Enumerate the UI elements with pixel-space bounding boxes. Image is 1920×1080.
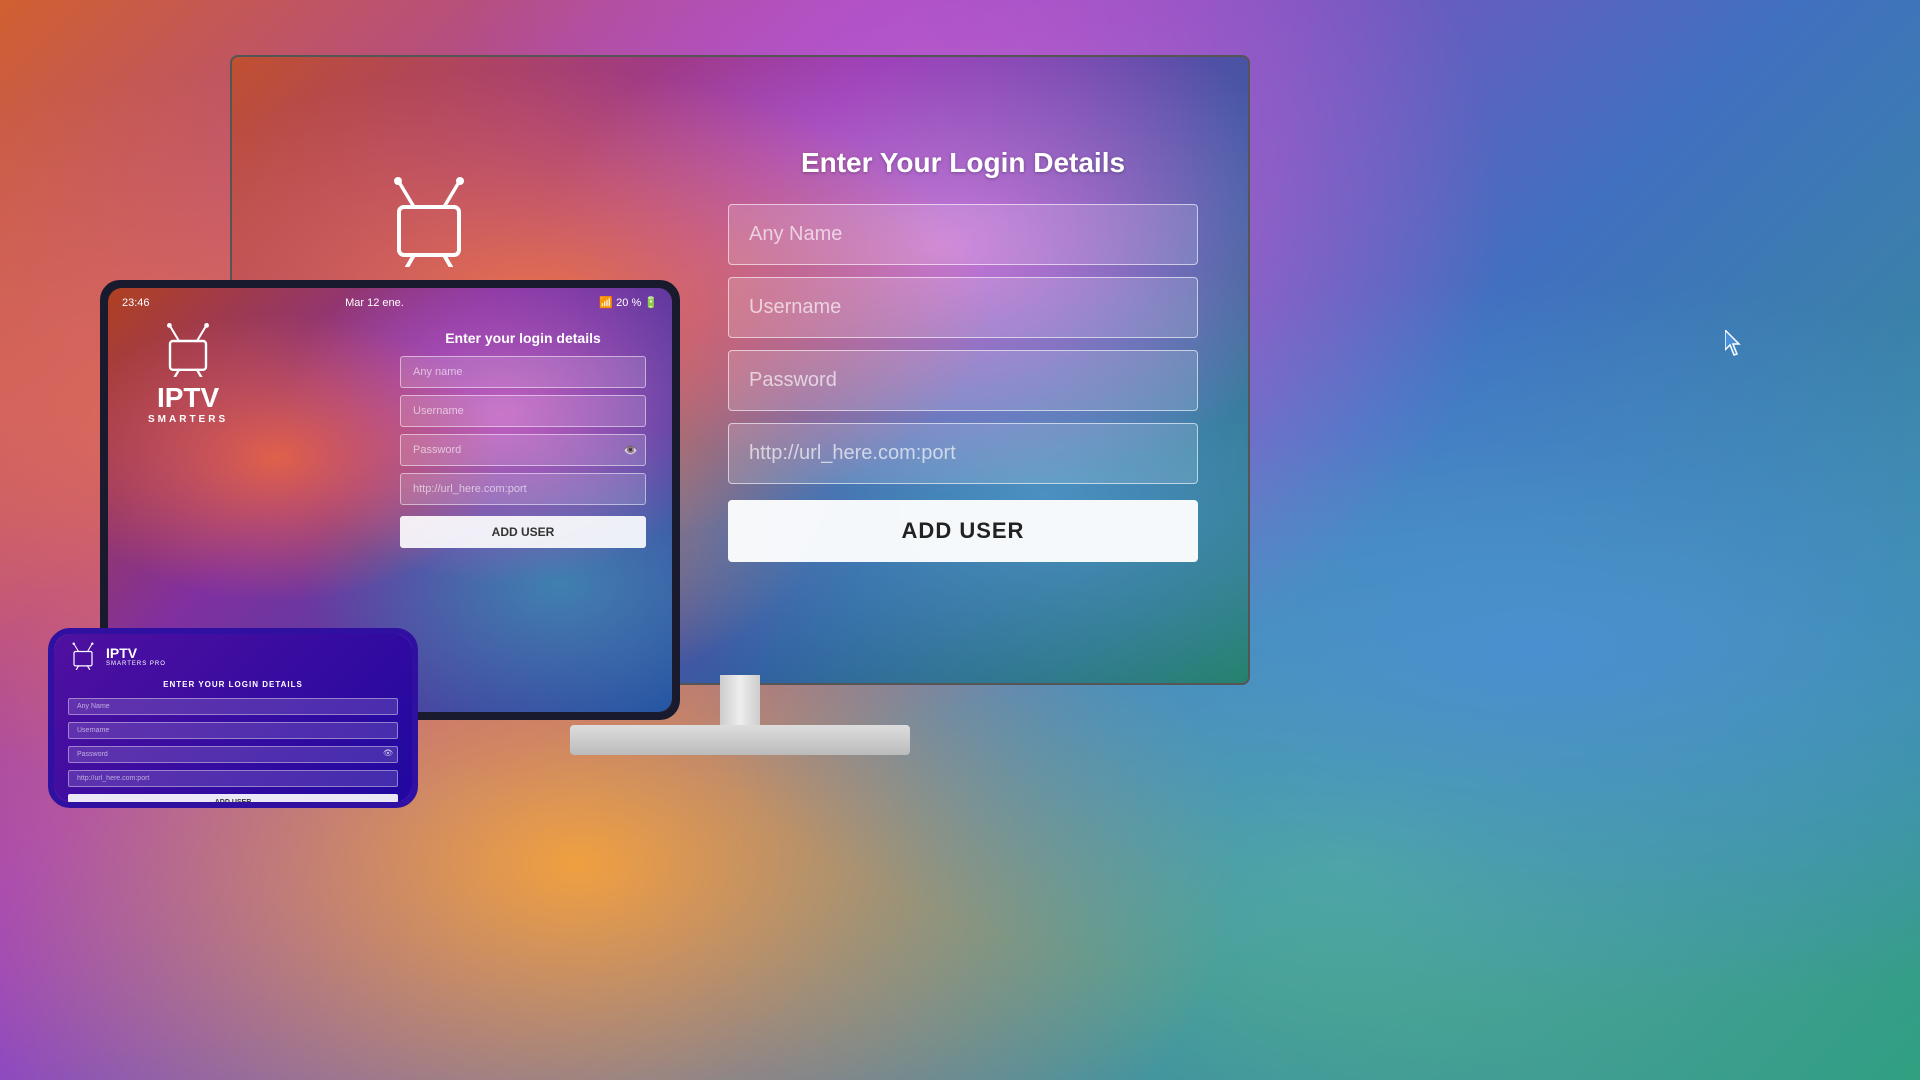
phone-password-input[interactable] bbox=[68, 746, 398, 763]
phone-frame: IPTV SMARTERS PRO ENTER YOUR LOGIN DETAI… bbox=[48, 628, 418, 808]
tablet-wifi-icon: 📶 bbox=[599, 297, 613, 309]
tablet-url-input[interactable] bbox=[400, 473, 646, 505]
tv-stand-neck bbox=[720, 675, 760, 725]
tv-any-name-input[interactable] bbox=[728, 204, 1198, 265]
cursor bbox=[1725, 330, 1745, 360]
tablet-form-area: Enter your login details 👁️ ADD USER bbox=[388, 318, 658, 560]
tv-username-input[interactable] bbox=[728, 277, 1198, 338]
tablet-logo-smarters: SMARTERS bbox=[148, 414, 228, 425]
tv-form-title: Enter Your Login Details bbox=[728, 147, 1198, 179]
phone-logo-area: IPTV SMARTERS PRO bbox=[54, 634, 412, 670]
phone-logo-text: IPTV SMARTERS PRO bbox=[106, 645, 166, 667]
phone-any-name-input[interactable] bbox=[68, 698, 398, 715]
tablet-status-bar: 23:46 Mar 12 ene. 📶 20 % 🔋 bbox=[122, 296, 658, 309]
tv-url-input[interactable] bbox=[728, 423, 1198, 484]
tablet-username-input[interactable] bbox=[400, 395, 646, 427]
phone-password-toggle-icon[interactable]: 👁 bbox=[383, 749, 393, 758]
tablet-battery-icon: 🔋 bbox=[644, 297, 658, 309]
tablet-battery-level: 20 % bbox=[616, 297, 641, 309]
phone-device: IPTV SMARTERS PRO ENTER YOUR LOGIN DETAI… bbox=[48, 628, 418, 808]
phone-form-title: ENTER YOUR LOGIN DETAILS bbox=[54, 680, 412, 689]
phone-password-wrapper: 👁 bbox=[68, 743, 398, 763]
phone-logo-iptv: IPTV bbox=[106, 645, 166, 661]
phone-add-user-button[interactable]: ADD USER bbox=[68, 794, 398, 808]
tablet-date: Mar 12 ene. bbox=[345, 297, 404, 309]
tv-logo-icon bbox=[379, 177, 479, 272]
tablet-battery: 📶 20 % 🔋 bbox=[599, 296, 658, 309]
tv-password-input[interactable] bbox=[728, 350, 1198, 411]
tv-stand-base bbox=[570, 725, 910, 755]
phone-logo-smarters: SMARTERS PRO bbox=[106, 661, 166, 667]
tablet-password-toggle-icon[interactable]: 👁️ bbox=[623, 443, 638, 457]
tablet-password-input[interactable] bbox=[400, 434, 646, 466]
tablet-any-name-input[interactable] bbox=[400, 356, 646, 388]
tv-add-user-button[interactable]: ADD USER bbox=[728, 500, 1198, 562]
phone-url-input[interactable] bbox=[68, 770, 398, 787]
phone-form-area: 👁 ADD USER bbox=[54, 689, 412, 808]
phone-screen: IPTV SMARTERS PRO ENTER YOUR LOGIN DETAI… bbox=[54, 634, 412, 802]
tablet-form-title: Enter your login details bbox=[400, 330, 646, 346]
tablet-password-wrapper: 👁️ bbox=[400, 434, 646, 466]
tablet-add-user-button[interactable]: ADD USER bbox=[400, 516, 646, 548]
tablet-logo-iptv: IPTV bbox=[148, 382, 228, 414]
phone-username-input[interactable] bbox=[68, 722, 398, 739]
tablet-time: 23:46 bbox=[122, 297, 150, 309]
tablet-logo-area: IPTV SMARTERS bbox=[148, 323, 228, 425]
tv-form-container: Enter Your Login Details ADD USER bbox=[708, 127, 1218, 582]
